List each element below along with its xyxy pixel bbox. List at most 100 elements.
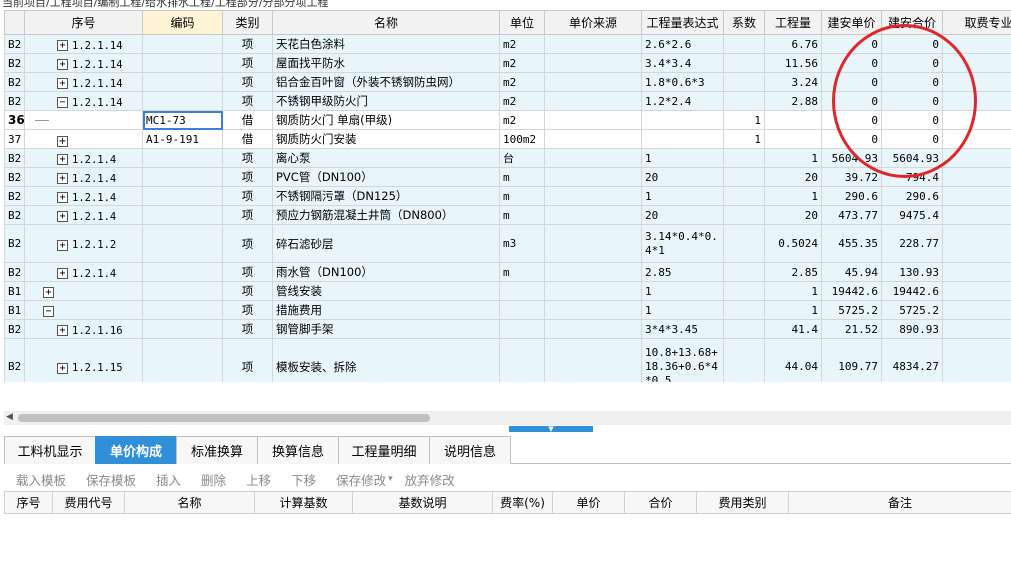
unit-cell[interactable]: m2 — [499, 72, 545, 92]
type-cell[interactable]: 项 — [222, 319, 273, 339]
name-cell[interactable]: 管线安装 — [272, 281, 500, 301]
table-row[interactable]: B2 +1.2.1.14 项 屋面找平防水 m2 3.4*3.4 11.56 0… — [4, 53, 1011, 73]
price-source-cell[interactable] — [544, 281, 642, 301]
quantity-cell[interactable]: 2.88 — [764, 91, 822, 111]
type-cell[interactable]: 借 — [222, 110, 273, 130]
coefficient-cell[interactable]: 1 — [723, 129, 765, 149]
quantity-cell[interactable]: 11.56 — [764, 53, 822, 73]
quantity-cell[interactable]: 6.76 — [764, 34, 822, 54]
price-source-cell[interactable] — [544, 72, 642, 92]
header-calc-base[interactable]: 计算基数 — [254, 491, 353, 514]
unit-cell[interactable]: m3 — [499, 224, 545, 263]
type-cell[interactable]: 项 — [222, 224, 273, 263]
coefficient-cell[interactable] — [723, 205, 765, 225]
plus-box-icon[interactable]: + — [57, 268, 68, 279]
plus-box-icon[interactable]: + — [57, 40, 68, 51]
code-cell[interactable] — [142, 338, 223, 382]
header-fee-type[interactable]: 费用类别 — [696, 491, 789, 514]
price-source-cell[interactable] — [544, 262, 642, 282]
coefficient-cell[interactable] — [723, 319, 765, 339]
table-row[interactable]: B2 +1.2.1.14 项 铝合金百叶窗（外装不锈钢防虫网） m2 1.8*0… — [4, 72, 1011, 92]
name-cell[interactable]: 不锈钢甲级防火门 — [272, 91, 500, 111]
name-cell[interactable]: 预应力钢筋混凝土井筒（DN800） — [272, 205, 500, 225]
name-cell[interactable]: 钢质防火门 单扇(甲级) — [272, 110, 500, 130]
header-fee-code[interactable]: 费用代号 — [52, 491, 125, 514]
name-cell[interactable]: 屋面找平防水 — [272, 53, 500, 73]
unit-price-cell[interactable]: 5725.2 — [821, 300, 882, 320]
chevron-down-icon[interactable]: ▼ — [548, 425, 553, 433]
minus-box-icon[interactable]: − — [43, 306, 54, 318]
insert-button[interactable]: 插入 — [156, 470, 181, 489]
quantity-cell[interactable]: 0.5024 — [764, 224, 822, 263]
price-source-cell[interactable] — [544, 34, 642, 54]
type-cell[interactable]: 项 — [222, 72, 273, 92]
plus-box-icon[interactable]: + — [57, 362, 68, 374]
quantity-cell[interactable]: 1 — [764, 300, 822, 320]
header-base-desc[interactable]: 基数说明 — [352, 491, 493, 514]
fee-category-cell[interactable] — [942, 91, 1011, 111]
header-name[interactable]: 名称 — [272, 10, 500, 35]
fee-category-cell[interactable] — [942, 34, 1011, 54]
total-price-cell[interactable]: 0 — [881, 53, 943, 73]
header-quantity-expression[interactable]: 工程量表达式 — [641, 10, 724, 35]
header-total-price[interactable]: 建安合价 — [881, 10, 943, 35]
name-cell[interactable]: 离心泵 — [272, 148, 500, 168]
code-cell[interactable] — [142, 148, 223, 168]
quantity-cell[interactable]: 41.4 — [764, 319, 822, 339]
code-cell-selected[interactable]: MC1-73 — [142, 110, 223, 130]
plus-box-icon[interactable]: + — [57, 211, 68, 222]
header-unit-price[interactable]: 单价 — [552, 491, 625, 514]
type-cell[interactable]: 项 — [222, 281, 273, 301]
quantity-cell[interactable] — [764, 129, 822, 149]
code-cell[interactable] — [142, 167, 223, 187]
unit-cell[interactable]: 台 — [499, 148, 545, 168]
horizontal-scrollbar[interactable]: ◀ — [4, 411, 1011, 425]
header-price-source[interactable]: 单价来源 — [544, 10, 642, 35]
tab-standard-conversion[interactable]: 标准换算 — [176, 436, 258, 464]
price-source-cell[interactable] — [544, 338, 642, 382]
unit-cell[interactable]: m2 — [499, 110, 545, 130]
plus-box-icon[interactable]: + — [57, 173, 68, 184]
unit-cell[interactable]: m2 — [499, 53, 545, 73]
expression-cell[interactable]: 1.2*2.4 — [641, 91, 724, 111]
quantity-cell[interactable]: 1 — [764, 186, 822, 206]
unit-price-cell[interactable]: 21.52 — [821, 319, 882, 339]
header-name[interactable]: 名称 — [124, 491, 255, 514]
fee-category-cell[interactable] — [942, 110, 1011, 130]
fee-category-cell[interactable] — [942, 53, 1011, 73]
expression-cell[interactable]: 20 — [641, 205, 724, 225]
price-source-cell[interactable] — [544, 224, 642, 263]
unit-price-cell[interactable]: 5604.93 — [821, 148, 882, 168]
coefficient-cell[interactable] — [723, 72, 765, 92]
header-unit-price[interactable]: 建安单价 — [821, 10, 882, 35]
code-cell[interactable] — [142, 205, 223, 225]
minus-box-icon[interactable]: − — [57, 97, 68, 108]
header-fee-category[interactable]: 取费专业 — [942, 10, 1011, 35]
total-price-cell[interactable]: 9475.4 — [881, 205, 943, 225]
unit-price-composition-grid[interactable]: 序号 费用代号 名称 计算基数 基数说明 费率(%) 单价 合价 费用类别 备注 — [4, 491, 1011, 577]
type-cell[interactable]: 项 — [222, 148, 273, 168]
plus-box-icon[interactable]: + — [57, 192, 68, 203]
table-row[interactable]: B2 +1.2.1.4 项 PVC管（DN100） m 20 20 39.72 … — [4, 167, 1011, 187]
fee-category-cell[interactable] — [942, 281, 1011, 301]
header-type[interactable]: 类别 — [222, 10, 273, 35]
unit-price-cell[interactable]: 290.6 — [821, 186, 882, 206]
name-cell[interactable]: 钢质防火门安装 — [272, 129, 500, 149]
type-cell[interactable]: 借 — [222, 129, 273, 149]
total-price-cell[interactable]: 890.93 — [881, 319, 943, 339]
name-cell[interactable]: 雨水管（DN100） — [272, 262, 500, 282]
price-source-cell[interactable] — [544, 110, 642, 130]
expression-cell[interactable]: 20 — [641, 167, 724, 187]
code-cell[interactable] — [142, 319, 223, 339]
price-source-cell[interactable] — [544, 53, 642, 73]
unit-price-cell[interactable]: 19442.6 — [821, 281, 882, 301]
discard-changes-button[interactable]: 放弃修改 — [405, 470, 455, 489]
move-up-button[interactable]: 上移 — [246, 470, 271, 489]
unit-price-cell[interactable]: 473.77 — [821, 205, 882, 225]
price-source-cell[interactable] — [544, 167, 642, 187]
quantity-cell[interactable]: 20 — [764, 205, 822, 225]
unit-price-cell[interactable]: 455.35 — [821, 224, 882, 263]
price-source-cell[interactable] — [544, 186, 642, 206]
price-source-cell[interactable] — [544, 148, 642, 168]
unit-price-cell[interactable]: 0 — [821, 72, 882, 92]
